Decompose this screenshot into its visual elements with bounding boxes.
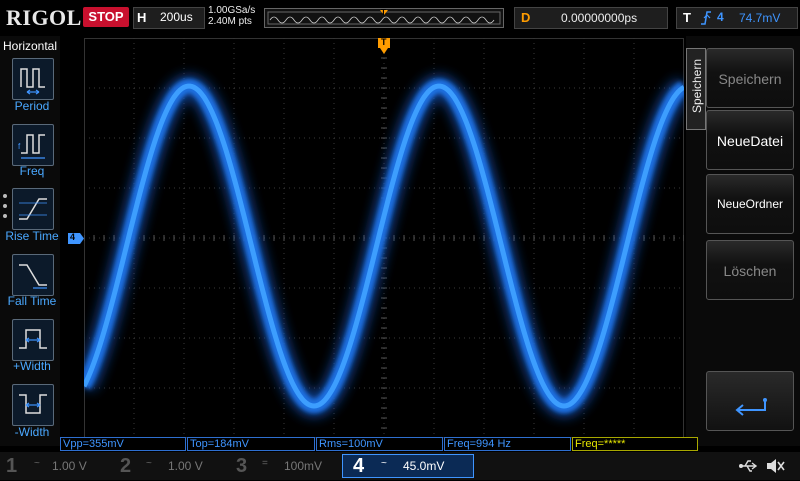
channel3-coupling: = xyxy=(262,458,268,469)
rise-time-icon xyxy=(19,198,47,220)
top-status-bar: RIGOL STOP H 200us 1.00GSa/s 2.40M pts T… xyxy=(0,0,800,36)
run-stop-status[interactable]: STOP xyxy=(83,7,129,27)
channel4-coupling: ~ xyxy=(381,458,387,469)
menu-page-dot xyxy=(3,214,7,218)
measure-frequency-button[interactable]: f xyxy=(12,124,54,166)
trigger-level: 74.7mV xyxy=(739,11,781,25)
enter-arrow-icon xyxy=(735,398,767,416)
new-file-softkey-label: NeueDatei xyxy=(716,133,784,149)
delete-softkey[interactable]: Löschen xyxy=(706,240,794,300)
measure-menu-title: Horizontal xyxy=(3,39,58,53)
new-file-softkey[interactable]: NeueDatei xyxy=(706,110,794,170)
horizontal-label: H xyxy=(137,10,147,25)
waveform-canvas xyxy=(84,38,684,438)
delay-label: D xyxy=(521,10,531,25)
channel4-status[interactable]: 4 ~ 45.0mV xyxy=(342,454,474,478)
channel2-number: 2 xyxy=(120,455,132,477)
period-icon xyxy=(20,68,45,95)
channel1-coupling: ~ xyxy=(34,458,40,469)
channel3-number: 3 xyxy=(236,455,248,477)
measurement-top[interactable]: Top=184mV xyxy=(187,437,315,451)
measure-positive-width-button[interactable] xyxy=(12,319,54,361)
channel2-scale: 1.00 V xyxy=(168,459,203,473)
measure-fall-time-label: Fall Time xyxy=(7,294,57,308)
measure-negative-width-label: -Width xyxy=(14,425,50,439)
acquisition-info: 1.00GSa/s 2.40M pts xyxy=(208,5,255,27)
fall-time-icon xyxy=(19,264,47,289)
sample-rate: 1.00GSa/s xyxy=(208,5,256,16)
save-menu-tab-label: Speichern xyxy=(690,58,704,114)
channel3-scale: 100mV xyxy=(284,459,323,473)
measure-rise-time-button[interactable] xyxy=(12,188,54,230)
trigger-time-marker[interactable]: T xyxy=(378,37,390,56)
channel2-status[interactable]: 2 ~ 1.00 V xyxy=(118,455,228,477)
timebase-value: 200us xyxy=(160,10,193,24)
trigger-setting[interactable]: T 4 74.7mV xyxy=(676,7,798,29)
new-folder-softkey-label: NeueOrdner xyxy=(716,197,784,211)
delay-value: 0.00000000ps xyxy=(561,11,638,25)
measurement-rms[interactable]: Rms=100mV xyxy=(316,437,443,451)
measure-frequency-label: Freq xyxy=(19,164,45,178)
new-folder-softkey[interactable]: NeueOrdner xyxy=(706,174,794,234)
measure-period-button[interactable] xyxy=(12,58,54,100)
usb-icon xyxy=(738,458,760,479)
svg-text:f: f xyxy=(18,142,21,151)
horizontal-timebase[interactable]: H 200us xyxy=(133,7,205,29)
measure-positive-width-label: +Width xyxy=(13,359,51,373)
measurement-frequency[interactable]: Freq=994 Hz xyxy=(444,437,571,451)
trigger-source: 4 xyxy=(717,10,724,24)
save-softkey-label: Speichern xyxy=(718,71,782,87)
save-softkey[interactable]: Speichern xyxy=(706,48,794,108)
memory-depth: 2.40M pts xyxy=(208,16,252,27)
measurement-frequency-invalid[interactable]: Freq=***** xyxy=(572,437,698,451)
channel2-coupling: ~ xyxy=(146,458,152,469)
channel1-scale: 1.00 V xyxy=(52,459,87,473)
delete-softkey-label: Löschen xyxy=(723,263,777,279)
positive-width-icon xyxy=(19,329,47,349)
trigger-label: T xyxy=(683,10,691,25)
sound-muted-icon[interactable] xyxy=(764,456,786,481)
save-menu-tab[interactable]: Speichern xyxy=(686,48,706,130)
measure-rise-time-label: Rise Time xyxy=(5,229,59,243)
channel1-status[interactable]: 1 ~ 1.00 V xyxy=(4,455,114,477)
menu-page-dot xyxy=(3,194,7,198)
measurement-vpp[interactable]: Vpp=355mV xyxy=(60,437,186,451)
measure-menu: Horizontal Period f Freq Rise Time Fall … xyxy=(0,36,60,446)
brand-logo: RIGOL xyxy=(6,5,82,30)
measure-negative-width-button[interactable] xyxy=(12,384,54,426)
memory-overview-strip[interactable]: T xyxy=(264,8,504,28)
channel4-scale: 45.0mV xyxy=(403,459,445,473)
channel4-offset-label: 4 xyxy=(70,232,76,242)
channel4-offset-marker[interactable]: 4 xyxy=(68,233,84,244)
measure-period-label: Period xyxy=(14,99,50,113)
trigger-time-marker-label: T xyxy=(381,37,387,47)
delay-setting[interactable]: D 0.00000000ps xyxy=(514,7,668,29)
menu-page-dot xyxy=(3,204,7,208)
trigger-position-marker: T xyxy=(381,8,386,17)
measure-fall-time-button[interactable] xyxy=(12,254,54,296)
negative-width-icon xyxy=(19,394,47,414)
enter-softkey[interactable] xyxy=(706,371,794,431)
rising-edge-icon xyxy=(699,9,713,30)
channel3-status[interactable]: 3 = 100mV xyxy=(234,455,344,477)
frequency-icon: f xyxy=(18,134,45,159)
save-menu: Speichern Speichern NeueDatei NeueOrdner… xyxy=(686,36,800,446)
channel4-number: 4 xyxy=(353,455,365,477)
channel1-number: 1 xyxy=(6,455,18,477)
